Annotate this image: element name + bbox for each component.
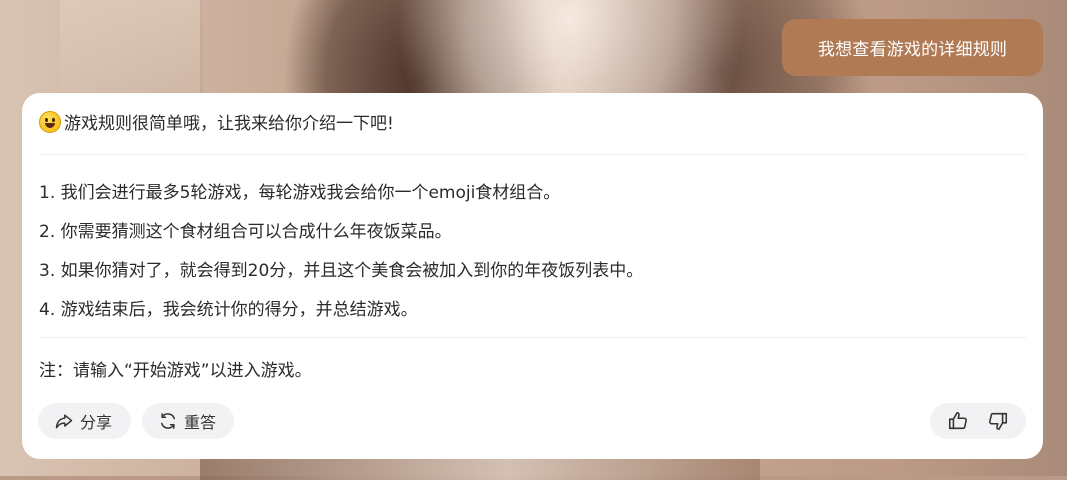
regenerate-button-label: 重答 xyxy=(184,413,217,432)
share-button-label: 分享 xyxy=(80,413,113,432)
feedback-group xyxy=(930,403,1026,439)
reply-intro-text: 游戏规则很简单哦，让我来给你介绍一下吧! xyxy=(64,114,394,134)
reply-note: 注：请输入“开始游戏”以进入游戏。 xyxy=(39,361,312,381)
rule-item-4: 4. 游戏结束后，我会统计你的得分，并总结游戏。 xyxy=(39,300,418,320)
rules-list: 1. 我们会进行最多5轮游戏，每轮游戏我会给你一个emoji食材组合。 2. 你… xyxy=(39,174,643,330)
reply-divider-top xyxy=(39,154,1026,155)
user-message-bubble: 我想查看游戏的详细规则 xyxy=(782,19,1043,76)
reply-divider-bottom xyxy=(39,337,1026,338)
background-window-frame xyxy=(60,0,203,100)
share-button[interactable]: 分享 xyxy=(38,403,131,439)
rule-item-1: 1. 我们会进行最多5轮游戏，每轮游戏我会给你一个emoji食材组合。 xyxy=(39,183,561,203)
regenerate-button[interactable]: 重答 xyxy=(142,403,234,439)
rule-item-2: 2. 你需要猜测这个食材组合可以合成什么年夜饭菜品。 xyxy=(39,222,452,242)
user-message-text: 我想查看游戏的详细规则 xyxy=(817,40,1008,60)
reply-intro: 游戏规则很简单哦，让我来给你介绍一下吧! xyxy=(39,109,394,134)
grinning-face-emoji-icon xyxy=(39,110,61,133)
rule-item-3: 3. 如果你猜对了，就会得到20分，并且这个美食会被加入到你的年夜饭列表中。 xyxy=(39,261,644,281)
thumbs-down-icon[interactable] xyxy=(987,410,1009,432)
refresh-icon xyxy=(161,413,175,429)
share-icon xyxy=(55,414,73,429)
assistant-reply-card: 游戏规则很简单哦，让我来给你介绍一下吧! 1. 我们会进行最多5轮游戏，每轮游戏… xyxy=(22,93,1043,459)
thumbs-up-icon[interactable] xyxy=(947,410,969,432)
